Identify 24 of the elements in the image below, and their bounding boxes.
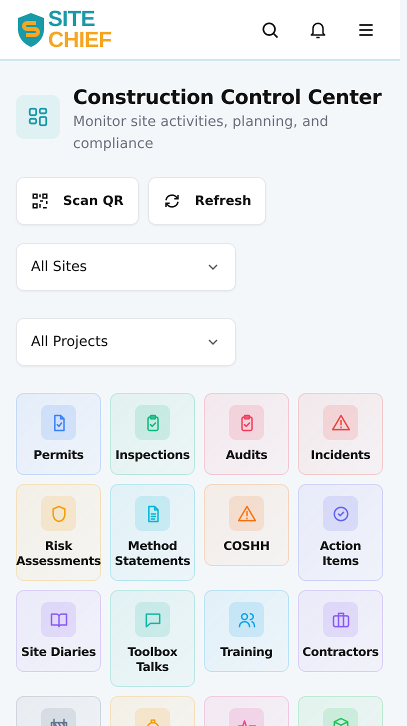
- module-tile[interactable]: Site Diaries: [16, 590, 101, 672]
- refresh-button[interactable]: Refresh: [148, 177, 266, 225]
- qr-code-icon: [31, 192, 49, 210]
- module-tile[interactable]: COSHH: [204, 484, 289, 566]
- page-subtitle: Monitor site activities, planning, and compliance: [73, 113, 330, 154]
- scan-qr-button[interactable]: Scan QR: [16, 177, 139, 225]
- module-tile[interactable]: Contractors: [298, 590, 383, 672]
- module-tile[interactable]: Method Statements: [110, 484, 195, 581]
- shield-logo-icon: [16, 12, 46, 48]
- module-tile[interactable]: Risk Assessments: [16, 484, 101, 581]
- module-tile[interactable]: Incidents: [298, 393, 383, 475]
- module-tile[interactable]: Inspections: [110, 393, 195, 475]
- logo-text: CHIEF: [48, 30, 112, 50]
- dashboard-icon: [16, 95, 60, 139]
- module-tile[interactable]: Action Items: [298, 484, 383, 581]
- filter-dropdown[interactable]: All Projects: [16, 318, 236, 366]
- module-tile[interactable]: Audits: [204, 393, 289, 475]
- page-title: Construction Control Center: [73, 84, 383, 111]
- module-tile[interactable]: Training: [204, 590, 289, 672]
- logo-text: SITE: [48, 8, 96, 30]
- refresh-icon: [162, 192, 181, 210]
- filter-dropdown[interactable]: All Sites: [16, 243, 236, 291]
- module-tile[interactable]: Permits: [16, 393, 101, 475]
- module-tile[interactable]: Toolbox Talks: [110, 590, 195, 687]
